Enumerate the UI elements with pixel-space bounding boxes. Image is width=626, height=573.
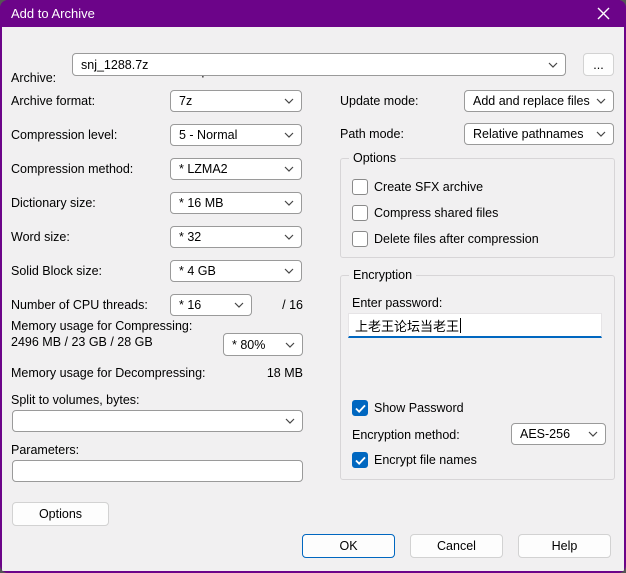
dictionary-size-value: * 16 MB [179, 196, 223, 210]
compression-method-value: * LZMA2 [179, 162, 228, 176]
memory-decompress-value: 18 MB [242, 366, 303, 381]
cpu-threads-label: Number of CPU threads: [11, 298, 148, 313]
options-button[interactable]: Options [12, 502, 109, 526]
checkbox-encrypt-file-names[interactable]: Encrypt file names [352, 452, 477, 468]
checkbox-label: Show Password [374, 401, 464, 415]
path-mode-select[interactable]: Relative pathnames [464, 123, 614, 145]
update-mode-value: Add and replace files [473, 94, 590, 108]
archive-format-select[interactable]: 7z [170, 90, 302, 112]
chevron-down-icon [596, 131, 606, 137]
archive-name-value: snj_1288.7z [81, 58, 148, 72]
password-value: 上老王论坛当老王 [355, 316, 459, 335]
parameters-input[interactable] [12, 460, 303, 482]
archive-name-combobox[interactable]: snj_1288.7z [72, 53, 566, 76]
text-cursor [460, 318, 461, 333]
path-mode-value: Relative pathnames [473, 127, 583, 141]
options-group-title: Options [349, 151, 400, 166]
checkbox-box [352, 179, 368, 195]
dialog-body: Archive: C:\UsersDesktop\ snj_1288.7z ..… [2, 27, 624, 571]
chevron-down-icon [284, 132, 294, 138]
ok-button-label: OK [339, 539, 357, 553]
dictionary-size-label: Dictionary size: [11, 196, 96, 211]
memory-compress-select[interactable]: * 80% [223, 333, 303, 356]
add-to-archive-dialog: Add to Archive Archive: C:\UsersDesktop\… [0, 0, 626, 573]
word-size-select[interactable]: * 32 [170, 226, 302, 248]
dictionary-size-select[interactable]: * 16 MB [170, 192, 302, 214]
checkbox-show-password[interactable]: Show Password [352, 400, 464, 416]
checkbox-label: Encrypt file names [374, 453, 477, 467]
split-volumes-combobox[interactable] [12, 410, 303, 432]
close-button[interactable] [586, 0, 620, 27]
solid-block-size-label: Solid Block size: [11, 264, 102, 279]
chevron-down-icon [596, 98, 606, 104]
chevron-down-icon [284, 166, 294, 172]
checkbox-label: Create SFX archive [374, 180, 483, 194]
checkbox-compress-shared[interactable]: Compress shared files [352, 205, 498, 221]
split-volumes-label: Split to volumes, bytes: [11, 393, 140, 408]
checkbox-label: Compress shared files [374, 206, 498, 220]
compression-method-label: Compression method: [11, 162, 133, 177]
help-button[interactable]: Help [518, 534, 611, 558]
enter-password-label: Enter password: [352, 296, 442, 311]
password-input[interactable]: 上老王论坛当老王 [348, 313, 602, 338]
chevron-down-icon [284, 200, 294, 206]
archive-format-value: 7z [179, 94, 192, 108]
help-button-label: Help [552, 539, 578, 553]
cpu-threads-total: / 16 [252, 298, 303, 313]
cpu-threads-select[interactable]: * 16 [170, 294, 252, 316]
encryption-method-value: AES-256 [520, 427, 570, 441]
parameters-label: Parameters: [11, 443, 79, 458]
chevron-down-icon [284, 234, 294, 240]
checkbox-box [352, 205, 368, 221]
checkbox-box [352, 400, 368, 416]
archive-label: Archive: [11, 71, 56, 86]
window-title: Add to Archive [0, 6, 95, 21]
encryption-method-select[interactable]: AES-256 [511, 423, 606, 445]
word-size-label: Word size: [11, 230, 70, 245]
checkbox-box [352, 452, 368, 468]
compression-level-select[interactable]: 5 - Normal [170, 124, 302, 146]
chevron-down-icon [285, 418, 295, 424]
path-mode-label: Path mode: [340, 127, 404, 142]
options-button-label: Options [39, 507, 82, 521]
word-size-value: * 32 [179, 230, 201, 244]
update-mode-label: Update mode: [340, 94, 419, 109]
chevron-down-icon [284, 268, 294, 274]
chevron-down-icon [548, 62, 558, 68]
compression-level-label: Compression level: [11, 128, 117, 143]
cpu-threads-value: * 16 [179, 298, 201, 312]
cancel-button[interactable]: Cancel [410, 534, 503, 558]
chevron-down-icon [284, 98, 294, 104]
checkbox-create-sfx[interactable]: Create SFX archive [352, 179, 483, 195]
solid-block-size-select[interactable]: * 4 GB [170, 260, 302, 282]
memory-compress-value: * 80% [232, 338, 265, 352]
close-icon [597, 7, 610, 20]
compression-method-select[interactable]: * LZMA2 [170, 158, 302, 180]
chevron-down-icon [285, 342, 295, 348]
browse-button[interactable]: ... [583, 53, 614, 76]
encryption-method-label: Encryption method: [352, 428, 460, 443]
checkbox-box [352, 231, 368, 247]
memory-decompress-label: Memory usage for Decompressing: [11, 366, 206, 381]
checkbox-label: Delete files after compression [374, 232, 539, 246]
browse-button-label: ... [593, 58, 603, 72]
memory-compress-label: Memory usage for Compressing: [11, 319, 192, 334]
ok-button[interactable]: OK [302, 534, 395, 558]
solid-block-size-value: * 4 GB [179, 264, 216, 278]
check-icon [355, 456, 366, 465]
compression-level-value: 5 - Normal [179, 128, 237, 142]
chevron-down-icon [588, 431, 598, 437]
checkbox-delete-after[interactable]: Delete files after compression [352, 231, 539, 247]
update-mode-select[interactable]: Add and replace files [464, 90, 614, 112]
titlebar: Add to Archive [0, 0, 626, 27]
archive-format-label: Archive format: [11, 94, 95, 109]
check-icon [355, 404, 366, 413]
chevron-down-icon [234, 302, 244, 308]
cancel-button-label: Cancel [437, 539, 476, 553]
encryption-group-title: Encryption [349, 268, 416, 283]
memory-compress-detail: 2496 MB / 23 GB / 28 GB [11, 335, 153, 350]
